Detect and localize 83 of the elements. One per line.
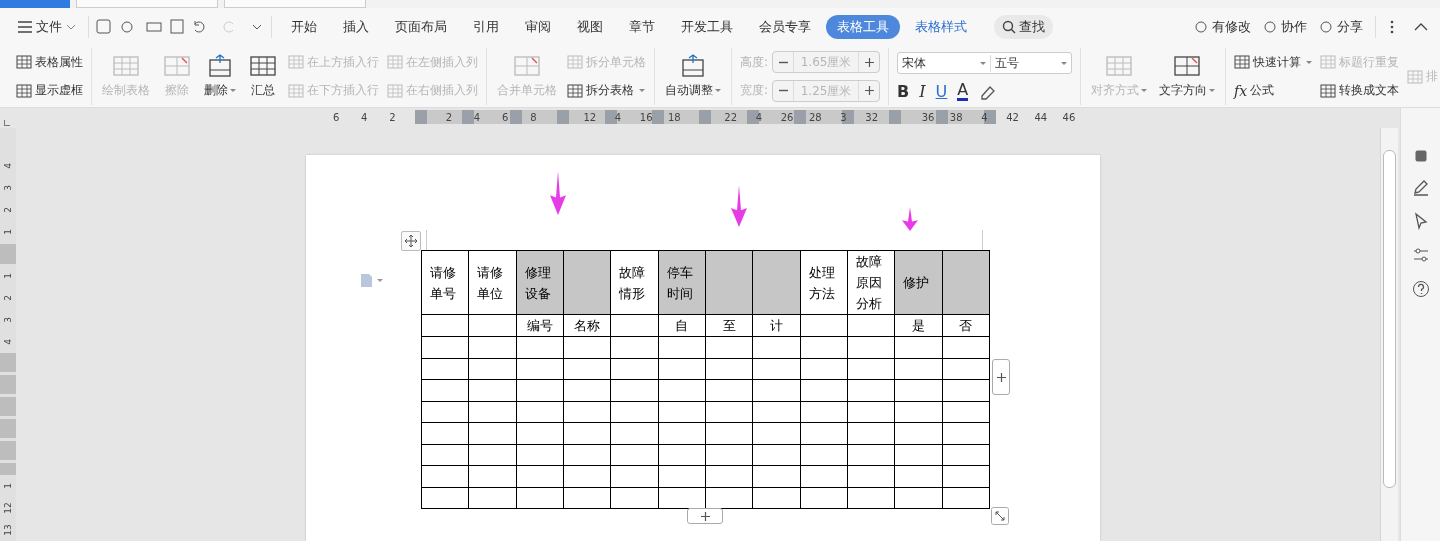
header-cell: 请修单位 xyxy=(477,264,504,301)
search-button[interactable]: 查找 xyxy=(994,15,1053,39)
ruler-number: 4 xyxy=(981,111,988,123)
ruler-number: 18 xyxy=(667,111,681,123)
ruler-number: 32 xyxy=(865,111,878,123)
ribbon-tab[interactable]: 表格样式 xyxy=(904,15,978,39)
ribbon-tab[interactable]: 视图 xyxy=(566,15,614,39)
ribbon-tab[interactable]: 开始 xyxy=(280,15,328,39)
header-cell: 修理设备 xyxy=(524,264,551,301)
table-cell: 编号 xyxy=(526,318,553,333)
ruler-number: 6 xyxy=(502,111,509,123)
header-cell: 故障原因分析 xyxy=(855,254,882,311)
ruler-number: 12 xyxy=(3,502,13,514)
ruler-number: 1 xyxy=(3,483,13,489)
ruler-number: 28 xyxy=(808,111,822,123)
action-button[interactable]: 分享 xyxy=(1313,18,1369,36)
ruler-number: 4 xyxy=(614,111,622,123)
ribbon-tab[interactable]: 页面布局 xyxy=(384,15,458,39)
ruler-number: 6 xyxy=(332,111,340,123)
ruler-number: 3 xyxy=(3,185,13,191)
ruler-number: 3 xyxy=(3,317,13,323)
action-button[interactable]: 协作 xyxy=(1257,18,1313,36)
action-button[interactable]: 有修改 xyxy=(1188,18,1257,36)
ribbon-button[interactable]: 自动调整 xyxy=(663,52,723,101)
format-button[interactable]: B xyxy=(897,82,910,101)
format-button[interactable]: U xyxy=(935,82,948,101)
ribbon-button[interactable]: 删除 xyxy=(202,52,238,101)
ribbon-tab[interactable]: 引用 xyxy=(462,15,510,39)
table-cell: 计 xyxy=(769,318,783,333)
field-label: 高度: xyxy=(740,53,769,71)
ruler-number: 12 xyxy=(583,111,597,123)
ruler-number: 2 xyxy=(389,111,396,123)
ribbon-tab[interactable]: 审阅 xyxy=(514,15,562,39)
ribbon-button[interactable]: 文字方向 xyxy=(1157,52,1218,101)
font-dropdown[interactable]: 宋体 xyxy=(898,54,992,72)
ruler-number: 8 xyxy=(530,111,537,123)
ruler-number: 42 xyxy=(1006,111,1019,123)
ruler-number: 26 xyxy=(780,111,794,123)
ruler-number: 1 xyxy=(3,229,13,235)
header-cell: 处理方法 xyxy=(808,264,835,301)
format-button[interactable]: A xyxy=(957,82,969,101)
header-cell: 请修单号 xyxy=(430,264,456,301)
ruler-number: 4 xyxy=(3,163,13,169)
ruler-number: 4 xyxy=(361,111,368,123)
table-cell: 至 xyxy=(722,318,736,333)
ruler-number: 13 xyxy=(3,524,13,536)
ribbon-button[interactable]: 转换成文本 xyxy=(1320,82,1400,100)
ruler-number: 38 xyxy=(949,111,963,123)
ribbon-button[interactable]: 显示虚框 xyxy=(16,82,83,100)
ruler-number: 1 xyxy=(3,273,13,279)
ruler-number: 36 xyxy=(921,111,935,123)
ribbon-tab[interactable]: 开发工具 xyxy=(670,15,744,39)
ruler-number: 4 xyxy=(755,111,763,123)
ruler-number: 16 xyxy=(639,111,653,123)
ruler-number: 2 xyxy=(3,295,13,301)
ruler-number: 44 xyxy=(1034,111,1048,123)
format-button[interactable]: I xyxy=(919,82,926,101)
ruler-number: 3 xyxy=(840,111,847,123)
ribbon-button[interactable]: 表格属性 xyxy=(16,53,83,71)
header-cell: 修护 xyxy=(903,275,930,290)
header-cell: 停车时间 xyxy=(666,264,693,301)
ribbon-tab[interactable]: 表格工具 xyxy=(826,15,900,39)
ruler-number: 2 xyxy=(3,207,13,213)
field-label: 宽度: xyxy=(740,82,769,100)
ruler-number: 46 xyxy=(1062,111,1076,123)
table-cell: 自 xyxy=(675,318,689,333)
ribbon-tab[interactable]: 章节 xyxy=(618,15,666,39)
ribbon-button[interactable]: 拆分表格 xyxy=(567,82,646,100)
table-cell: 否 xyxy=(959,318,973,333)
ribbon-tab[interactable]: 会员专享 xyxy=(748,15,822,39)
ruler-number: 4 xyxy=(473,111,481,123)
ruler-number: 22 xyxy=(724,111,738,123)
ribbon-button[interactable]: fx 公式 xyxy=(1234,82,1313,100)
ruler-number: 2 xyxy=(445,111,453,123)
ribbon-button[interactable]: 汇总 xyxy=(246,52,280,101)
header-cell: 故障情形 xyxy=(619,264,646,301)
file-menu[interactable]: 文件 xyxy=(12,18,82,36)
ribbon-tab[interactable]: 插入 xyxy=(332,15,380,39)
table-cell: 名称 xyxy=(574,318,601,333)
ruler-number: 4 xyxy=(3,339,13,345)
table-cell: 是 xyxy=(911,318,925,333)
size-dropdown[interactable]: 五号 xyxy=(991,54,1072,72)
ribbon-button[interactable]: 快速计算 xyxy=(1234,53,1313,71)
